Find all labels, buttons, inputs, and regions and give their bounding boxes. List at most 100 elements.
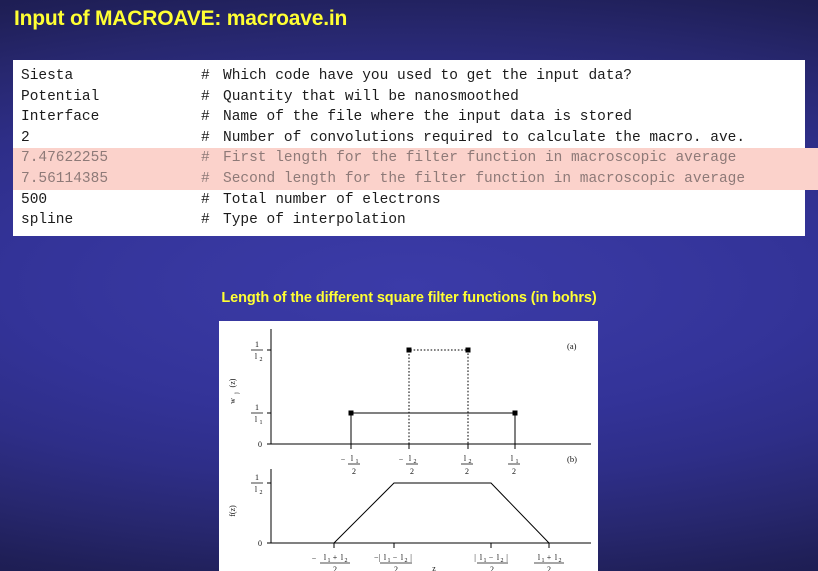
panel-b-ytick-label-0: 0 xyxy=(258,539,262,548)
input-value: spline xyxy=(21,212,74,229)
svg-text:2: 2 xyxy=(260,357,263,363)
svg-text:(z): (z) xyxy=(228,378,237,387)
figure-caption: Length of the different square filter fu… xyxy=(221,290,597,306)
svg-text:+: + xyxy=(333,553,338,562)
svg-text:1: 1 xyxy=(260,420,263,426)
macroave-input-listing: Siesta # Which code have you used to get… xyxy=(13,60,818,236)
svg-text:−: − xyxy=(489,553,494,562)
svg-text:1: 1 xyxy=(255,403,259,412)
panel-a-xtick-label-l2-2: l 2 2 xyxy=(461,454,473,476)
comment-marker-icon: # xyxy=(201,170,210,187)
input-comment: Quantity that will be nanosmoothed xyxy=(223,88,519,105)
panel-b-xtick-label-neg-sum: − l 1 + l 2 2 xyxy=(312,553,350,571)
svg-text:w: w xyxy=(228,398,237,404)
svg-text:l: l xyxy=(555,553,558,562)
input-comment: Which code have you used to get the inpu… xyxy=(223,68,632,84)
panel-b-xtick-label-neg-diff: −| l 1 − l 2 | 2 xyxy=(374,553,412,571)
svg-text:1: 1 xyxy=(255,473,259,482)
panel-b-label: (b) xyxy=(567,454,577,464)
page-title: Input of MACROAVE: macroave.in xyxy=(14,7,348,30)
comment-marker-icon: # xyxy=(201,109,210,126)
table-row-highlighted: 7.47622255 # First length for the filter… xyxy=(13,148,818,169)
input-comment: Number of convolutions required to calcu… xyxy=(223,129,746,146)
input-comment: Second length for the filter function in… xyxy=(223,170,746,187)
table-row: 500 # Total number of electrons xyxy=(13,190,805,211)
input-comment: Total number of electrons xyxy=(223,191,441,208)
filter-function-figure: 0 1 l 1 1 l 2 w j (z) − l 1 2 − l 2 2 l … xyxy=(219,321,598,571)
comment-marker-icon: # xyxy=(201,191,210,208)
svg-text:l: l xyxy=(480,553,483,562)
svg-text:|: | xyxy=(410,553,412,562)
slide-canvas: Input of MACROAVE: macroave.in Siesta # … xyxy=(0,0,818,571)
comment-marker-icon: # xyxy=(201,68,210,84)
input-comment: Name of the file where the input data is… xyxy=(223,109,632,126)
comment-marker-icon: # xyxy=(201,212,210,229)
filter-function-plot: 0 1 l 1 1 l 2 w j (z) − l 1 2 − l 2 2 l … xyxy=(228,329,591,571)
svg-text:2: 2 xyxy=(465,467,469,476)
panel-b-ytick-label-1overl2: 1 l 2 xyxy=(251,473,263,496)
input-value: Siesta xyxy=(21,68,74,84)
input-comment: First length for the filter function in … xyxy=(223,150,737,167)
svg-text:−: − xyxy=(341,455,346,464)
svg-text:l: l xyxy=(401,553,404,562)
input-value: Interface xyxy=(21,109,100,126)
svg-text:−|: −| xyxy=(374,553,380,562)
panel-a-ytick-label-0: 0 xyxy=(258,440,262,449)
table-row: Potential # Quantity that will be nanosm… xyxy=(13,87,805,108)
svg-text:2: 2 xyxy=(333,565,337,571)
table-row: Interface # Name of the file where the i… xyxy=(13,107,805,128)
code-rows: Siesta # Which code have you used to get… xyxy=(13,60,818,231)
svg-text:2: 2 xyxy=(490,565,494,571)
panel-a-series-w2-square-filter xyxy=(406,347,471,444)
panel-a-y-axis-label: w j (z) xyxy=(228,378,240,404)
panel-b-series-convolution-trapezoid xyxy=(271,482,591,544)
svg-text:l: l xyxy=(255,485,258,494)
svg-text:1: 1 xyxy=(255,340,259,349)
svg-text:l: l xyxy=(409,454,412,463)
table-row: Siesta # Which code have you used to get… xyxy=(13,66,805,87)
svg-text:l: l xyxy=(538,553,541,562)
panel-b-x-axis-label: z xyxy=(432,564,436,571)
panel-a-ytick-label-1overl1: 1 l 1 xyxy=(251,403,263,426)
svg-text:−: − xyxy=(393,553,398,562)
svg-text:l: l xyxy=(384,553,387,562)
input-value: 2 xyxy=(21,129,30,146)
table-row-highlighted: 7.56114385 # Second length for the filte… xyxy=(13,168,818,190)
comment-marker-icon: # xyxy=(201,129,210,146)
panel-a-series-w1-square-filter xyxy=(271,410,591,445)
input-value: Potential xyxy=(21,88,100,105)
svg-text:l: l xyxy=(351,454,354,463)
svg-text:2: 2 xyxy=(410,467,414,476)
svg-text:l: l xyxy=(511,454,514,463)
svg-text:l: l xyxy=(324,553,327,562)
panel-b-xtick-label-sum: l 1 + l 2 2 xyxy=(534,553,564,571)
panel-b-y-axis-label: f(z) xyxy=(228,505,237,517)
input-value: 7.47622255 xyxy=(21,150,109,167)
svg-text:l: l xyxy=(341,553,344,562)
input-comment: Type of interpolation xyxy=(223,212,406,229)
panel-a-xtick-label-neg-l1-2: − l 1 2 xyxy=(341,454,360,476)
input-value: 500 xyxy=(21,191,48,208)
panel-a-xtick-label-l1-2: l 1 2 xyxy=(508,454,520,476)
svg-text:l: l xyxy=(464,454,467,463)
panel-b-xtick-label-diff: | l 1 − l 2 | 2 xyxy=(474,553,508,571)
panel-a-xtick-label-neg-l2-2: − l 2 2 xyxy=(399,454,418,476)
table-row: spline # Type of interpolation xyxy=(13,210,805,231)
table-row: 2 # Number of convolutions required to c… xyxy=(13,128,805,149)
svg-text:2: 2 xyxy=(260,490,263,496)
svg-text:l: l xyxy=(255,352,258,361)
svg-text:j: j xyxy=(234,392,240,395)
svg-text:2: 2 xyxy=(512,467,516,476)
svg-text:2: 2 xyxy=(352,467,356,476)
panel-a-label: (a) xyxy=(567,341,577,351)
panel-a-ytick-label-1overl2: 1 l 2 xyxy=(251,340,263,363)
svg-text:l: l xyxy=(255,415,258,424)
svg-text:2: 2 xyxy=(547,565,551,571)
panel-a: 0 1 l 1 1 l 2 w j (z) − l 1 2 − l 2 2 l … xyxy=(228,329,591,476)
svg-text:−: − xyxy=(312,554,317,563)
svg-text:−: − xyxy=(399,455,404,464)
svg-text:l: l xyxy=(497,553,500,562)
svg-text:+: + xyxy=(547,553,552,562)
comment-marker-icon: # xyxy=(201,88,210,105)
svg-text:2: 2 xyxy=(394,565,398,571)
